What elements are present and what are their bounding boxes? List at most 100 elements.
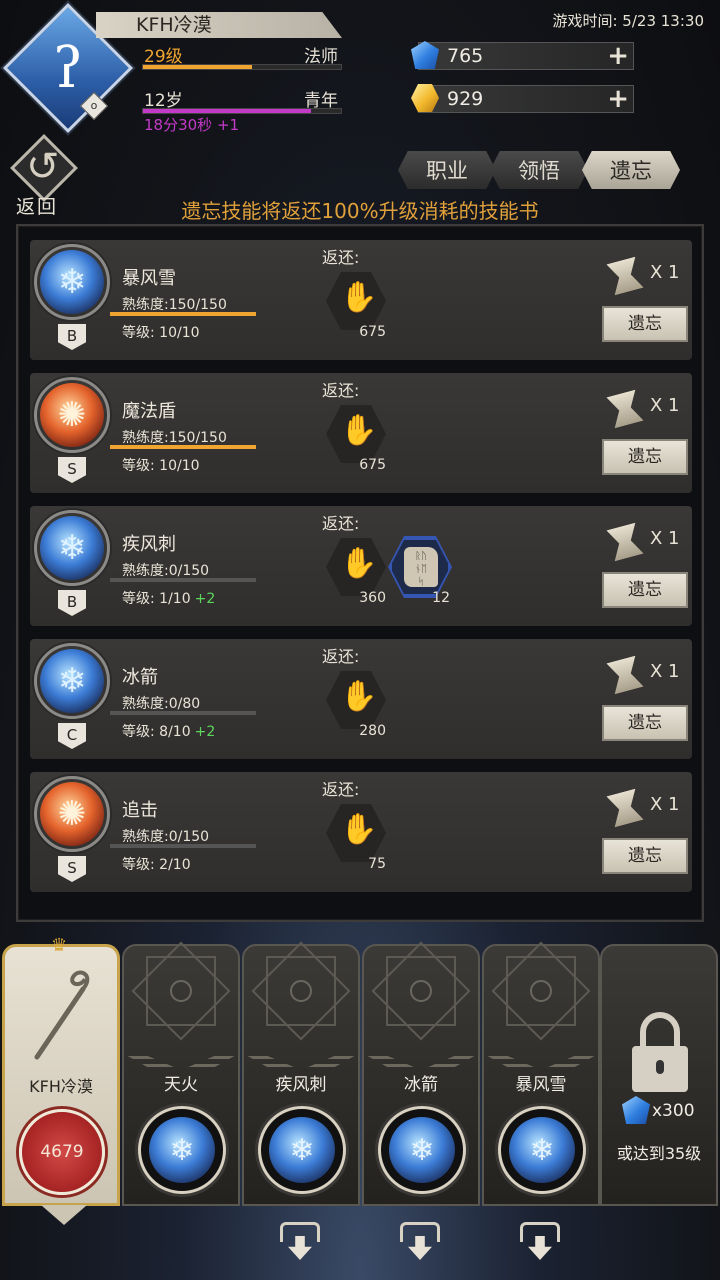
skill-slot[interactable]: 暴风雪 ❄ <box>482 941 600 1206</box>
return-count: 675 <box>359 457 386 473</box>
return-scroll-item[interactable]: ✋ 360 <box>326 538 386 608</box>
skill-rank-badge: S <box>58 856 86 882</box>
forget-cost: X 1 <box>650 661 680 682</box>
skill-emblem: ❄ B <box>34 244 110 350</box>
skill-book-scroll-icon: ✋ <box>340 679 378 714</box>
add-gold-button[interactable]: + <box>607 84 629 114</box>
skill-name: 疾风刺 <box>122 534 176 555</box>
forget-button[interactable]: 遗忘 <box>602 306 688 342</box>
game-time: 游戏时间: 5/23 13:30 <box>552 12 704 30</box>
return-count: 280 <box>359 723 386 739</box>
skill-icon: ✺ <box>40 782 104 846</box>
skill-card[interactable]: ✺ S 追击 熟练度:0/150 等级: 2/10 返还: ✋ 75 X 1 遗… <box>30 772 692 892</box>
slot-skill-name: 暴风雪 <box>515 1075 567 1095</box>
gold-amount: 929 <box>447 88 484 110</box>
skill-name: 冰箭 <box>122 667 158 688</box>
gold-currency: 929 + <box>411 84 634 114</box>
skill-rank-badge: C <box>58 723 86 749</box>
skill-proficiency: 熟练度:0/150 <box>122 829 210 845</box>
hourglass-icon <box>606 656 643 695</box>
unlock-cost: x300 <box>652 1101 695 1121</box>
skill-level: 等级: 2/10 <box>122 857 191 873</box>
skill-rank-badge: B <box>58 324 86 350</box>
skill-slot[interactable]: 冰箭 ❄ <box>362 941 480 1206</box>
gem-currency: 765 + <box>411 41 634 71</box>
slot-skill-ring: ❄ <box>138 1106 226 1194</box>
return-count: 75 <box>368 856 386 872</box>
tab-comprehend[interactable]: 领悟 <box>490 151 588 189</box>
skill-rank-badge: B <box>58 590 86 616</box>
skill-list-panel[interactable]: ❄ B 暴风雪 熟练度:150/150 等级: 10/10 返还: ✋ 675 … <box>16 224 704 922</box>
equip-arrow-button[interactable] <box>400 1222 440 1262</box>
forget-button[interactable]: 遗忘 <box>602 705 688 741</box>
level-progress-bar <box>142 64 342 70</box>
back-arrow-icon: ↺ <box>26 144 60 190</box>
skill-icon: ❄ <box>40 516 104 580</box>
return-label: 返还: <box>322 381 360 400</box>
lock-icon <box>640 1012 680 1050</box>
forget-button[interactable]: 遗忘 <box>602 439 688 475</box>
forget-button[interactable]: 遗忘 <box>602 572 688 608</box>
slot-skill-name: 疾风刺 <box>275 1075 327 1095</box>
skill-name: 魔法盾 <box>122 401 176 422</box>
age-timer: 18分30秒 +1 <box>144 116 240 134</box>
staff-icon <box>34 970 90 1060</box>
return-scroll-item[interactable]: ✋ 75 <box>326 804 386 874</box>
skill-card[interactable]: ❄ B 暴风雪 熟练度:150/150 等级: 10/10 返还: ✋ 675 … <box>30 240 692 360</box>
unlock-requirement: 或达到35级 <box>616 1144 702 1163</box>
slot-skill-icon: ❄ <box>149 1117 215 1183</box>
skill-book-scroll-icon: ✋ <box>340 280 378 315</box>
forget-button[interactable]: 遗忘 <box>602 838 688 874</box>
slot-tip <box>41 1205 87 1225</box>
level-progress-fill <box>143 65 252 69</box>
skill-proficiency: 熟练度:0/150 <box>122 563 210 579</box>
tab-forget[interactable]: 遗忘 <box>582 151 680 189</box>
return-label: 返还: <box>322 647 360 666</box>
main-weapon-slot[interactable]: ♛ KFH冷漠 4679 <box>2 935 120 1225</box>
return-rune-item[interactable]: ᚱᚢ ᚾᛖ ᛋ 12 <box>388 536 452 608</box>
add-gems-button[interactable]: + <box>607 41 629 71</box>
forget-cost: X 1 <box>650 262 680 283</box>
skill-card[interactable]: ❄ C 冰箭 熟练度:0/80 等级: 8/10 +2 返还: ✋ 280 X 1… <box>30 639 692 759</box>
age-row: 12岁 青年 <box>142 86 342 111</box>
skill-card[interactable]: ❄ B 疾风刺 熟练度:0/150 等级: 1/10 +2 返还: ✋ 360 ᚱ… <box>30 506 692 626</box>
tab-bar: 职业 领悟 遗忘 <box>398 151 680 191</box>
lock-body <box>632 1046 688 1092</box>
proficiency-bar <box>110 844 256 848</box>
forget-cost: X 1 <box>650 794 680 815</box>
skill-emblem: ✺ S <box>34 377 110 483</box>
level-bonus: +2 <box>194 724 216 740</box>
slot-skill-icon: ❄ <box>269 1117 335 1183</box>
level-row: 29级 法师 <box>142 42 342 67</box>
return-scroll-item[interactable]: ✋ 280 <box>326 671 386 741</box>
return-scroll-item[interactable]: ✋ 675 <box>326 405 386 475</box>
skill-emblem: ❄ B <box>34 510 110 616</box>
hourglass-icon <box>606 523 643 562</box>
return-count: 675 <box>359 324 386 340</box>
level-bonus: +2 <box>194 591 216 607</box>
hourglass-icon <box>606 390 643 429</box>
skill-book-scroll-icon: ✋ <box>340 413 378 448</box>
skill-level: 等级: 10/10 <box>122 325 200 341</box>
skill-slot[interactable]: 天火 ❄ <box>122 941 240 1206</box>
equip-arrow-button[interactable] <box>520 1222 560 1262</box>
return-count: 360 <box>359 590 386 606</box>
hourglass-icon <box>606 257 643 296</box>
skill-level: 等级: 8/10 +2 <box>122 724 216 740</box>
slot-skill-ring: ❄ <box>498 1106 586 1194</box>
return-label: 返还: <box>322 780 360 799</box>
return-count: 12 <box>432 590 450 606</box>
hourglass-icon <box>606 789 643 828</box>
skill-card[interactable]: ✺ S 魔法盾 熟练度:150/150 等级: 10/10 返还: ✋ 675 … <box>30 373 692 493</box>
locked-slot[interactable]: x300 或达到35级 <box>600 944 718 1206</box>
skill-book-scroll-icon: ✋ <box>340 546 378 581</box>
main-slot-name: KFH冷漠 <box>29 1077 93 1096</box>
tab-career[interactable]: 职业 <box>398 151 496 189</box>
skill-slot[interactable]: 疾风刺 ❄ <box>242 941 360 1206</box>
crown-icon: ♛ <box>51 935 68 956</box>
slot-skill-name: 天火 <box>164 1075 198 1095</box>
skill-icon: ❄ <box>40 250 104 314</box>
equip-arrow-button[interactable] <box>280 1222 320 1262</box>
return-scroll-item[interactable]: ✋ 675 <box>326 272 386 342</box>
slot-skill-icon: ❄ <box>509 1117 575 1183</box>
